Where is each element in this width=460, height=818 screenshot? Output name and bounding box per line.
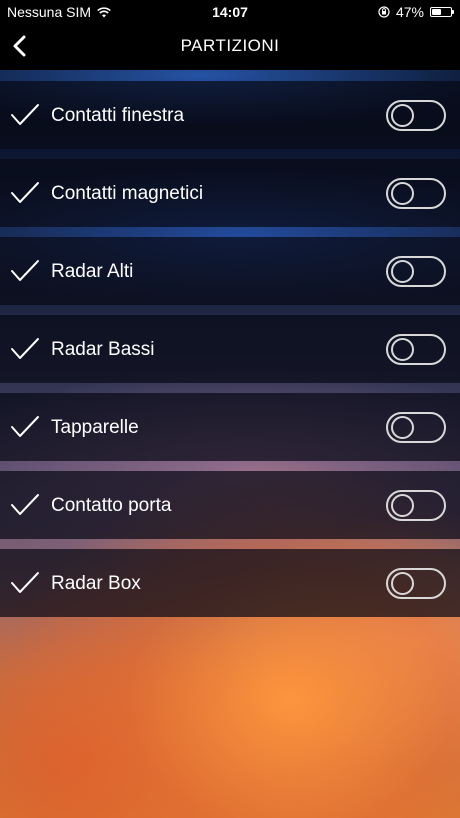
checkmark-icon [11,182,39,203]
partition-toggle[interactable] [386,334,446,365]
navigation-bar: PARTIZIONI [0,24,460,70]
orientation-lock-icon [378,6,390,18]
partition-toggle[interactable] [386,256,446,287]
partition-toggle[interactable] [386,100,446,131]
status-bar: Nessuna SIM 14:07 47% [0,0,460,24]
partition-row[interactable]: Radar Box [0,549,460,617]
checkmark-icon [11,494,39,515]
partition-label: Tapparelle [51,417,139,438]
partition-label: Radar Alti [51,261,134,282]
toggle-knob [391,104,414,127]
battery-icon [430,7,454,17]
battery-percent: 47% [395,4,424,20]
page-title: PARTIZIONI [180,36,280,55]
partition-row[interactable]: Radar Bassi [0,315,460,383]
checkmark-icon [11,338,39,359]
partition-label: Contatto porta [51,495,172,516]
toggle-knob [391,182,414,205]
toggle-knob [391,416,414,439]
partition-label: Contatti finestra [51,105,185,126]
checkmark-icon [11,572,39,593]
partition-label: Contatti magnetici [51,183,204,204]
toggle-knob [391,260,414,283]
status-right-group: 47% [378,4,454,20]
partition-toggle[interactable] [386,412,446,443]
partition-toggle[interactable] [386,568,446,599]
partition-label: Radar Bassi [51,339,155,360]
toggle-knob [391,572,414,595]
partition-row[interactable]: Contatti magnetici [0,159,460,227]
checkmark-icon [11,416,39,437]
partition-row[interactable]: Contatto porta [0,471,460,539]
partition-label: Radar Box [51,573,141,594]
partition-toggle[interactable] [386,490,446,521]
partition-toggle[interactable] [386,178,446,209]
partition-row[interactable]: Contatti finestra [0,81,460,149]
toggle-knob [391,338,414,361]
checkmark-icon [11,104,39,125]
partition-row[interactable]: Tapparelle [0,393,460,461]
checkmark-icon [11,260,39,281]
partition-row[interactable]: Radar Alti [0,237,460,305]
toggle-knob [391,494,414,517]
